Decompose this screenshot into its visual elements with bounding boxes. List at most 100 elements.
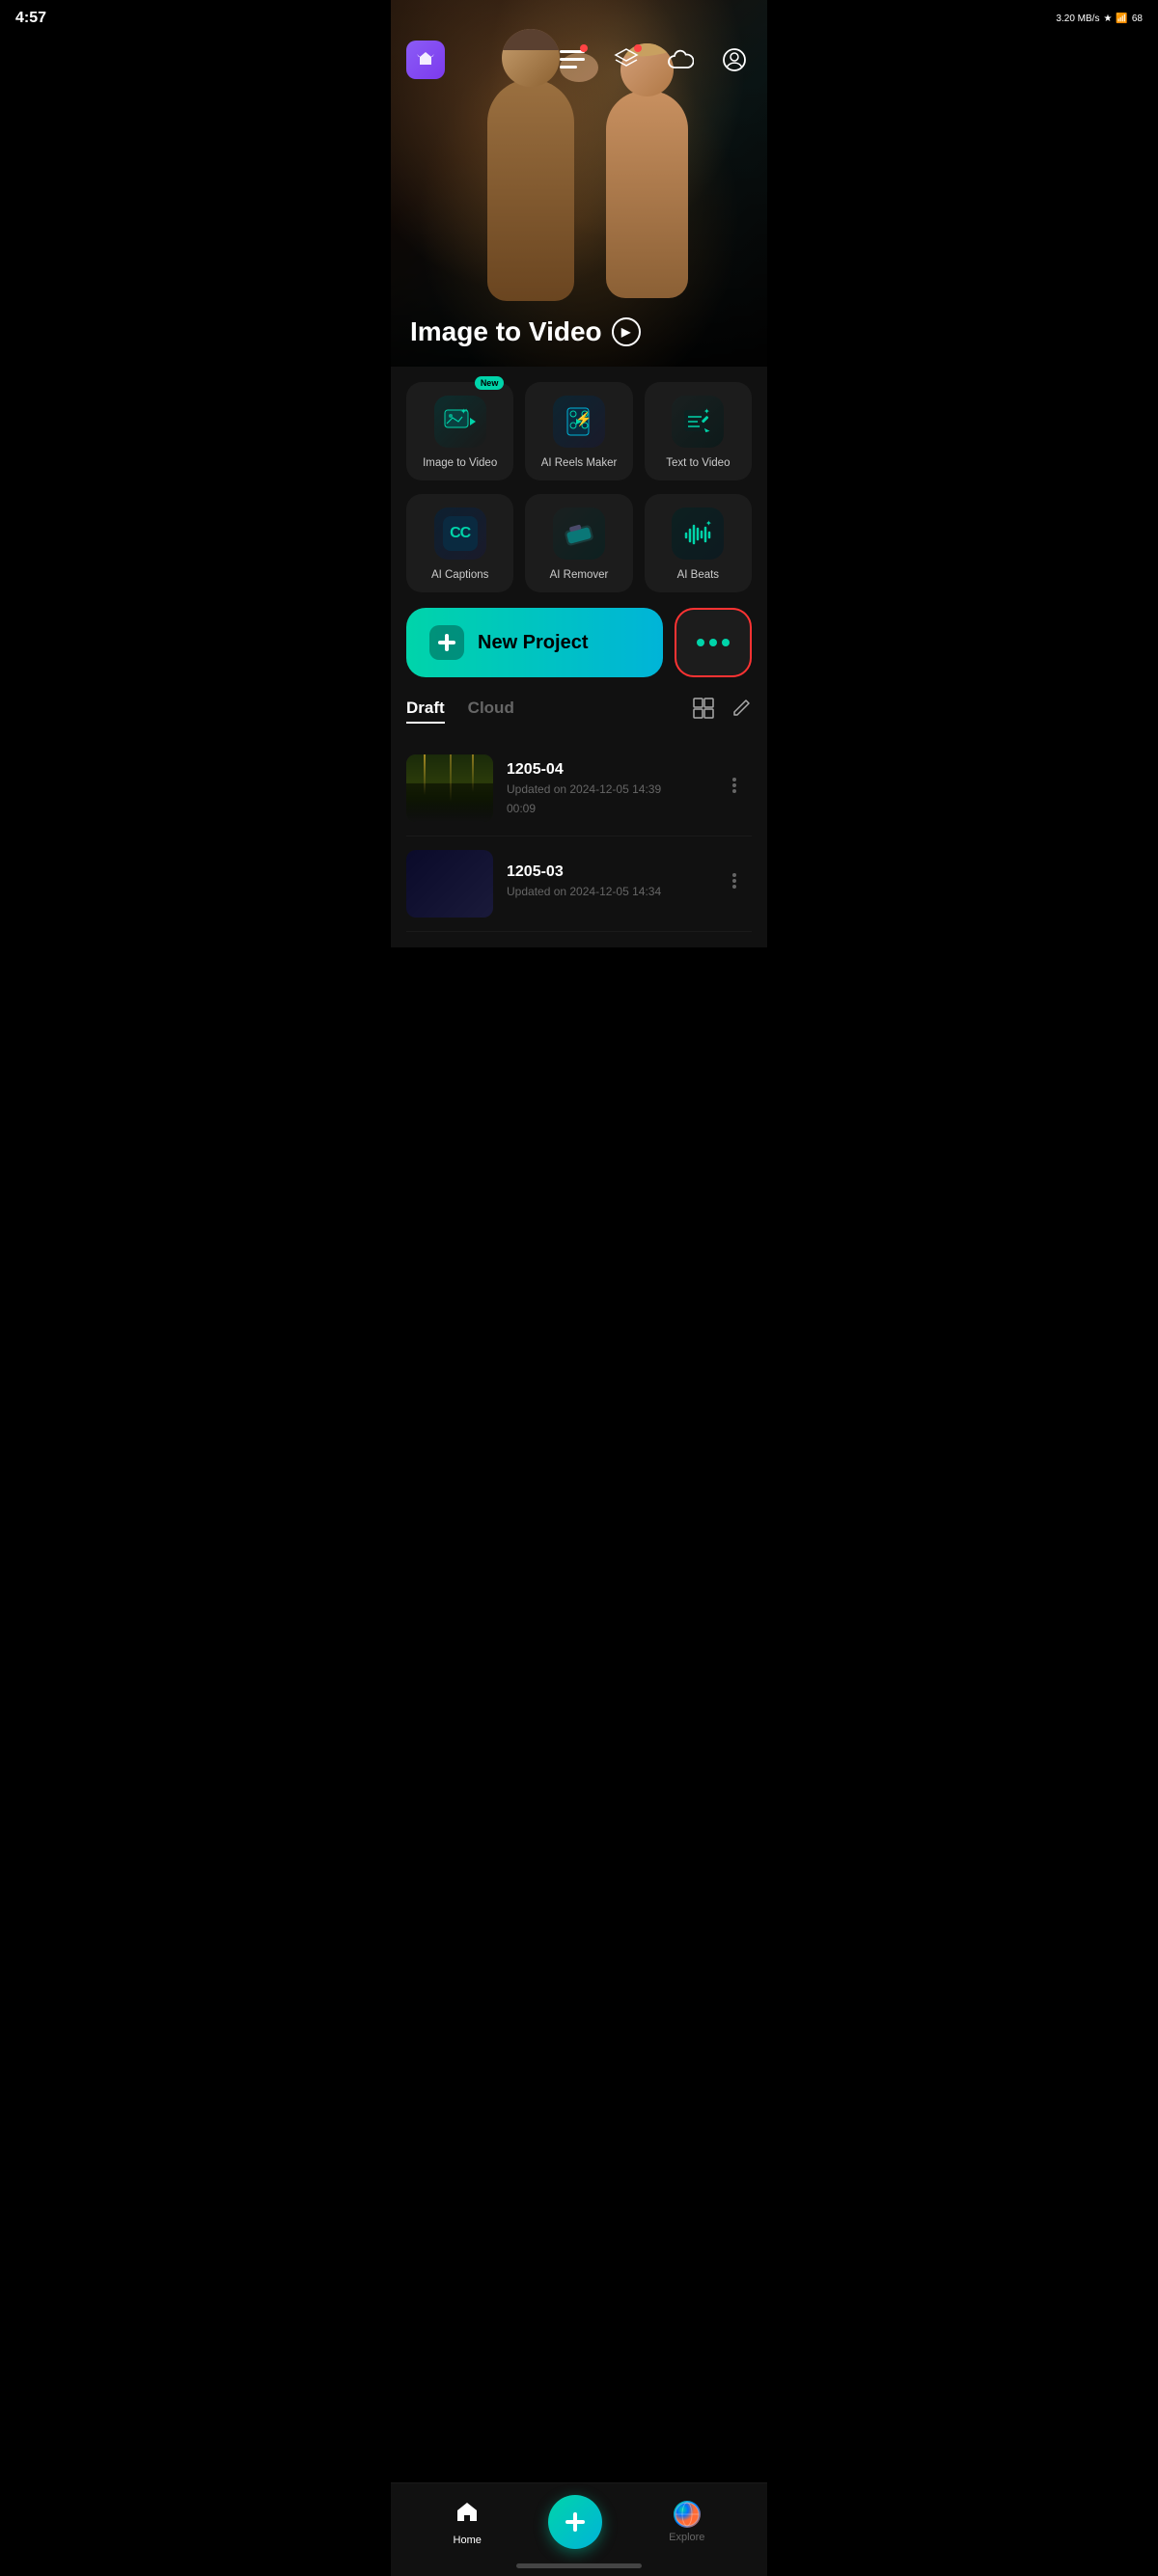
more-options-button[interactable] (675, 608, 752, 677)
action-row: New Project (406, 608, 752, 677)
tabs-row: Draft Cloud (406, 697, 752, 726)
new-project-button[interactable]: New Project (406, 608, 663, 677)
battery-text: 68 (1132, 14, 1143, 24)
grid-icon-svg (692, 697, 715, 720)
thumb-bg-1 (406, 754, 493, 822)
status-bar: 4:57 3.20 MB/s ★ 📶 68 (0, 0, 1158, 33)
cc-text: CC (450, 525, 470, 542)
light-1 (424, 754, 426, 795)
play-button[interactable]: ▶ (612, 317, 641, 346)
draft-list: 1205-04 Updated on 2024-12-05 14:39 00:0… (406, 741, 752, 932)
body-left (487, 79, 574, 301)
feature-card-ai-remover[interactable]: AI Remover (525, 494, 632, 592)
ai-remover-icon (562, 516, 596, 551)
tab-cloud[interactable]: Cloud (468, 699, 514, 724)
feature-card-ai-captions[interactable]: CC AI Captions (406, 494, 513, 592)
tabs-right (692, 697, 752, 726)
signal-icon: 📶 (1116, 14, 1127, 24)
menu-icon-btn[interactable] (555, 42, 590, 77)
draft-thumb-1 (406, 754, 493, 822)
network-speed: 3.20 MB/s (1056, 14, 1099, 24)
hero-nav-icons (555, 42, 752, 77)
image-to-video-icon: ✦ ✦ (443, 404, 478, 439)
home-indicator (516, 2563, 642, 2568)
tab-draft[interactable]: Draft (406, 699, 445, 724)
ai-reels-label: AI Reels Maker (541, 457, 618, 469)
crowd (406, 798, 493, 822)
status-time: 4:57 (15, 10, 46, 27)
ai-captions-label: AI Captions (431, 569, 488, 581)
ai-reels-icon-wrap: ⚡ (553, 396, 605, 448)
profile-icon (722, 47, 747, 72)
feature-grid-row1: New ✦ ✦ Image to Video (406, 382, 752, 480)
ai-remover-label: AI Remover (550, 569, 609, 581)
cc-display: CC (443, 516, 478, 551)
light-2 (450, 754, 452, 802)
ai-reels-icon: ⚡ (562, 404, 596, 439)
profile-icon-btn[interactable] (717, 42, 752, 77)
bluetooth-icon: ★ (1103, 14, 1112, 24)
draft-info-1: 1205-04 Updated on 2024-12-05 14:39 00:0… (507, 761, 703, 815)
draft-more-1[interactable] (717, 768, 752, 808)
draft-more-2[interactable] (717, 863, 752, 904)
explore-icon (674, 2501, 701, 2528)
draft-item-1[interactable]: 1205-04 Updated on 2024-12-05 14:39 00:0… (406, 741, 752, 836)
status-icons: 3.20 MB/s ★ 📶 68 (1056, 14, 1143, 24)
ai-captions-icon-wrap: CC (434, 507, 486, 560)
bottom-nav: Home Explo (391, 2482, 767, 2576)
hero-header (391, 41, 767, 79)
draft-info-2: 1205-03 Updated on 2024-12-05 14:34 (507, 863, 703, 904)
image-to-video-label: Image to Video (423, 457, 497, 469)
feature-card-ai-beats[interactable]: ✦ AI Beats (645, 494, 752, 592)
hero-title[interactable]: Image to Video ▶ (410, 316, 641, 347)
ai-beats-icon: ✦ (680, 516, 715, 551)
create-plus-icon (562, 2508, 589, 2535)
svg-text:✦: ✦ (464, 408, 468, 414)
feature-card-ai-reels[interactable]: ⚡ AI Reels Maker (525, 382, 632, 480)
hero-title-text: Image to Video (410, 316, 602, 347)
plus-icon (436, 632, 457, 653)
new-badge: New (475, 376, 505, 390)
image-to-video-icon-wrap: ✦ ✦ (434, 396, 486, 448)
create-button[interactable] (548, 2495, 602, 2549)
new-project-label: New Project (478, 632, 588, 654)
menu-notification-dot (580, 44, 588, 52)
app-logo[interactable] (406, 41, 445, 79)
draft-duration-1: 00:09 (507, 802, 703, 815)
tabs-left: Draft Cloud (406, 699, 514, 724)
home-icon (455, 2499, 480, 2531)
layer-icon-btn[interactable] (609, 42, 644, 77)
hero-text[interactable]: Image to Video ▶ (410, 316, 641, 347)
nav-home[interactable]: Home (454, 2499, 482, 2546)
layer-notification-dot (634, 44, 642, 52)
draft-date-2: Updated on 2024-12-05 14:34 (507, 885, 703, 898)
draft-date-1: Updated on 2024-12-05 14:39 (507, 782, 703, 796)
draft-item-2[interactable]: 1205-03 Updated on 2024-12-05 14:34 (406, 836, 752, 932)
grid-view-icon[interactable] (692, 697, 715, 726)
draft-name-2: 1205-03 (507, 863, 703, 881)
dot-2 (709, 639, 717, 646)
explore-label: Explore (669, 2532, 704, 2543)
thumb-bg-2 (406, 850, 493, 918)
home-label: Home (454, 2535, 482, 2546)
text-to-video-icon: ✦ (680, 404, 715, 439)
draft-name-1: 1205-04 (507, 761, 703, 779)
dot-3 (722, 639, 730, 646)
nav-explore[interactable]: Explore (669, 2501, 704, 2543)
dot-1 (697, 639, 704, 646)
feature-card-image-to-video[interactable]: New ✦ ✦ Image to Video (406, 382, 513, 480)
draft-thumb-2 (406, 850, 493, 918)
cloud-icon-btn[interactable] (663, 42, 698, 77)
feature-card-text-to-video[interactable]: ✦ Text to Video (645, 382, 752, 480)
ai-beats-icon-wrap: ✦ (672, 507, 724, 560)
body-right (606, 91, 688, 298)
home-icon-svg (455, 2499, 480, 2524)
edit-icon-svg (731, 698, 752, 719)
light-3 (472, 754, 474, 792)
edit-icon[interactable] (731, 698, 752, 725)
cloud-icon (667, 49, 694, 70)
ai-beats-label: AI Beats (677, 569, 719, 581)
svg-text:✦: ✦ (705, 519, 712, 528)
crown-icon (415, 49, 436, 70)
play-icon: ▶ (621, 325, 630, 339)
